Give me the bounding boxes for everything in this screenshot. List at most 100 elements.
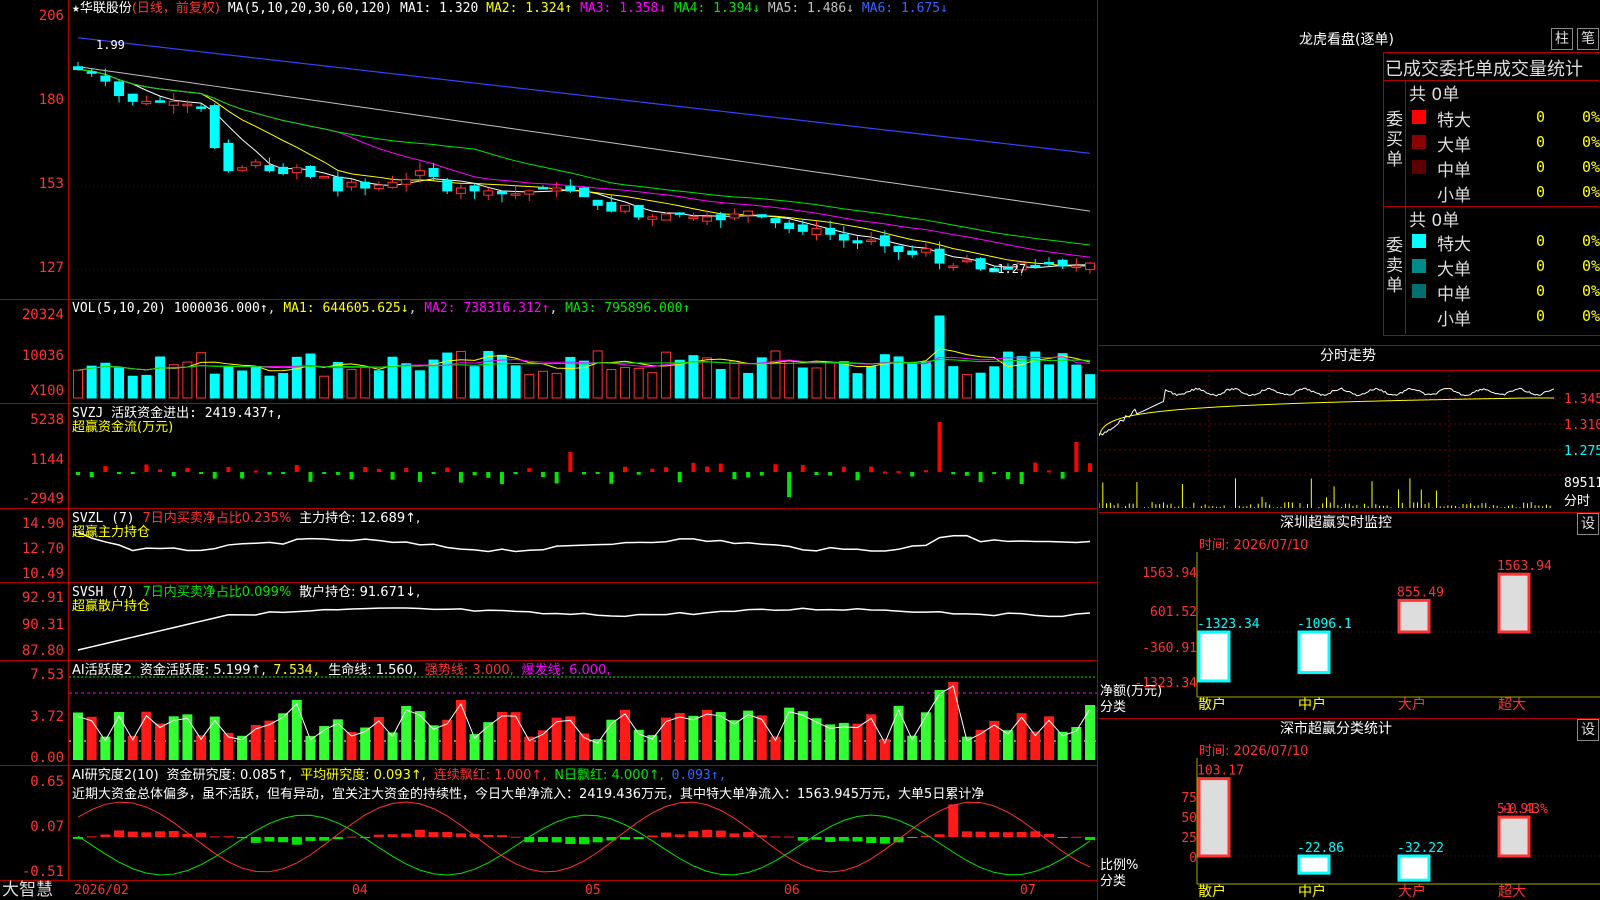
bar-category-label: 大户 xyxy=(1398,883,1426,900)
date-label-3: 06 xyxy=(784,883,800,898)
volume-bar xyxy=(223,365,234,399)
research-bar xyxy=(961,831,972,837)
svzj-bar xyxy=(705,466,710,472)
intraday-axis-1: 1.345 xyxy=(1564,392,1600,407)
research-bar xyxy=(414,829,425,837)
buy-row-count: 0 xyxy=(1535,108,1545,126)
ai-active-bar xyxy=(250,724,261,760)
buy-row-pct: 0% xyxy=(1581,183,1600,201)
research-bar xyxy=(373,834,384,837)
sell-legend-swatch xyxy=(1412,234,1426,248)
ai-active-bar xyxy=(155,723,166,760)
category-bar xyxy=(1297,630,1331,675)
research-bar xyxy=(360,837,371,838)
candle-body xyxy=(455,187,466,194)
volume-bar xyxy=(469,366,480,399)
svzj-bar xyxy=(664,467,669,472)
volume-bar xyxy=(1002,351,1013,399)
candle-body xyxy=(100,75,111,82)
svzj-bar xyxy=(650,468,655,472)
intraday-chart[interactable] xyxy=(1099,370,1567,510)
intraday-axis-3: 1.275 xyxy=(1564,444,1600,459)
svsh-label: SVSH (7) xyxy=(72,585,135,600)
volume-bar xyxy=(934,315,945,399)
svzj-bar xyxy=(144,464,149,472)
monitor-bar-chart: -1323.34 散户 -1096.1 中户 855.49 大户 1563.94 超大 xyxy=(1196,552,1600,713)
candle-body xyxy=(414,170,425,176)
ai-active-bar xyxy=(893,705,904,760)
svzj-bar xyxy=(376,468,381,472)
bar-category-label: 散户 xyxy=(1198,883,1226,900)
volume-bar xyxy=(825,361,836,399)
candle-body xyxy=(278,166,289,175)
candle-body xyxy=(1085,262,1095,271)
date-label-1: 04 xyxy=(352,883,368,898)
buy-total: 共 0单 xyxy=(1409,85,1460,105)
candle-body xyxy=(1071,265,1082,268)
svsh-ratio: 7日内买卖净占比0.099% xyxy=(142,585,292,600)
research-bar xyxy=(455,833,466,837)
svzj-bar xyxy=(540,472,545,478)
volume-bar xyxy=(483,350,494,399)
buy-side-label: 委买单 xyxy=(1386,110,1403,170)
candle-body xyxy=(893,245,904,253)
ai-research-label: AI研究度2(10) xyxy=(72,768,159,783)
svzj-bar xyxy=(199,472,204,474)
research-bar xyxy=(305,837,316,841)
ma3-value: MA3: 1.358↓ xyxy=(580,1,667,16)
research-bar xyxy=(770,836,781,838)
research-bar xyxy=(565,837,576,844)
main-chart-area[interactable]: 206 180 153 127 20324 10036 X100 5238 11… xyxy=(0,0,1098,900)
ai-active-e: 爆发线: 6.000, xyxy=(521,663,611,678)
buy-row-name: 中单 xyxy=(1437,161,1471,181)
volume-bar xyxy=(524,374,535,399)
candle-body xyxy=(633,204,644,218)
volume-bar xyxy=(510,365,521,399)
research-bar xyxy=(319,837,330,841)
research-green-line xyxy=(77,814,1091,876)
tick-view-button[interactable]: 笔 xyxy=(1577,28,1599,50)
svzj-bar xyxy=(609,472,614,484)
volume-bar xyxy=(674,359,685,399)
svzl-header: SVZL (7) 7日内买卖净占比0.235% 主力持仓: 12.689↑, xyxy=(72,511,420,526)
research-bar xyxy=(743,832,754,837)
ai-active-bar xyxy=(743,710,754,760)
svzj-text: 活跃资金进出: 2419.437↑, xyxy=(111,406,284,421)
ai-active-label: AI活跃度2 xyxy=(72,663,132,678)
candle-body xyxy=(237,167,248,171)
svzj-bar xyxy=(787,472,792,497)
ai-active-bar xyxy=(852,723,863,760)
candle-body xyxy=(401,178,412,185)
sell-row-pct: 0% xyxy=(1581,307,1600,325)
candle-body xyxy=(332,176,343,192)
vol-header: VOL(5,10,20) 1000036.000↑, MA1: 644605.6… xyxy=(72,301,691,316)
volume-bar xyxy=(1085,374,1095,399)
research-bar xyxy=(784,836,795,838)
candle-body xyxy=(825,227,836,235)
svzj-bar xyxy=(828,472,833,476)
svsh-line xyxy=(77,607,1091,651)
ai-active-bar xyxy=(182,714,193,760)
ai-active-bar xyxy=(1016,713,1027,760)
research-bar xyxy=(1043,833,1054,837)
volume-bar xyxy=(661,351,672,399)
candle-body xyxy=(702,216,713,222)
buy-row-pct: 0% xyxy=(1581,158,1600,176)
volume-bar xyxy=(770,350,781,399)
buy-row-pct: 0% xyxy=(1581,108,1600,126)
column-view-button[interactable]: 柱 xyxy=(1551,28,1573,50)
candle-body xyxy=(811,227,822,236)
intraday-title[interactable]: 分时走势 xyxy=(1320,349,1376,364)
category-bar xyxy=(1197,630,1231,683)
star-icon[interactable]: ★ xyxy=(72,1,80,16)
volume-bar xyxy=(715,369,726,399)
sell-legend-swatch xyxy=(1412,284,1426,298)
svzj-bar xyxy=(1088,463,1092,472)
svzj-bar xyxy=(294,465,299,472)
candle-body xyxy=(360,181,371,189)
volume-bar xyxy=(442,352,453,399)
svzj-bar xyxy=(1074,442,1079,472)
volume-bar xyxy=(278,373,289,399)
intraday-axis-4: 89511 xyxy=(1564,476,1600,491)
candle-body xyxy=(579,187,589,198)
